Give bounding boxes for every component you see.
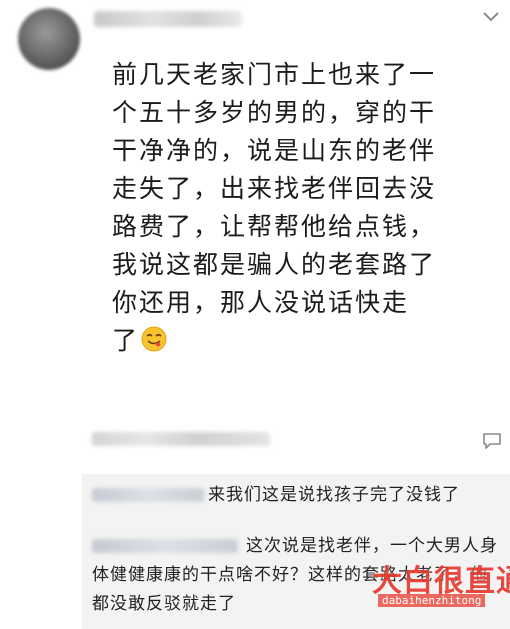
reply-text: 来我们这是说找孩子完了没钱了 (208, 485, 460, 505)
watermark-logo: 大白很直通 dabaihenzhitong (372, 556, 510, 616)
chevron-down-icon[interactable] (482, 10, 500, 24)
post-card: 前几天老家门市上也来了一 个五十多岁的男的，穿的干 干净净的，说是山东的老伴 走… (0, 0, 510, 474)
post-content: 前几天老家门市上也来了一 个五十多岁的男的，穿的干 干净净的，说是山东的老伴 走… (112, 60, 437, 355)
post-meta-blurred (92, 432, 270, 446)
comment-bubble-icon[interactable] (482, 432, 502, 450)
tongue-out-smiley-icon (141, 326, 167, 352)
username-blurred[interactable] (94, 11, 242, 27)
reply-username-blurred[interactable] (92, 488, 204, 502)
user-avatar-icon[interactable] (18, 8, 80, 70)
watermark-subtitle: dabaihenzhitong (378, 594, 486, 607)
